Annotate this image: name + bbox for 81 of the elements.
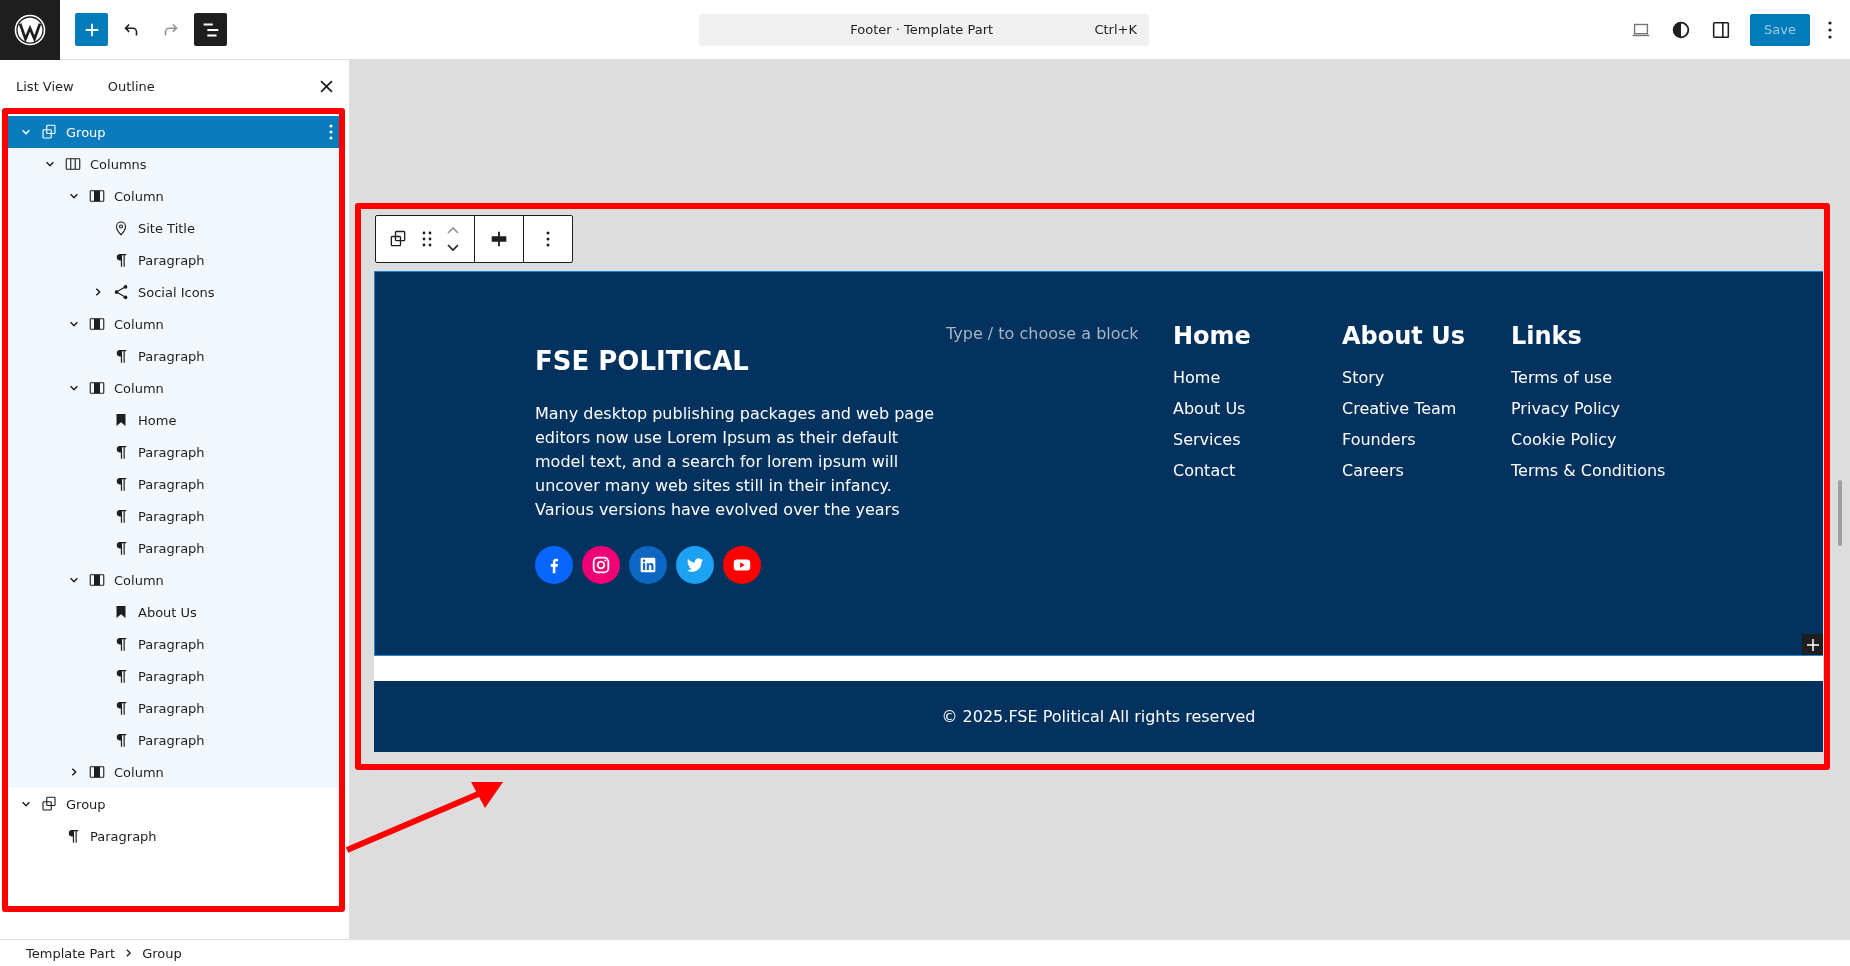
tree-item[interactable]: Paragraph	[8, 692, 341, 724]
footer-link[interactable]: Creative Team	[1342, 393, 1511, 424]
chevron-icon[interactable]	[69, 319, 79, 329]
more-options-icon[interactable]	[546, 231, 550, 247]
tree-item[interactable]: Paragraph	[8, 340, 341, 372]
chevron-icon[interactable]	[69, 575, 79, 585]
tree-item[interactable]: Paragraph	[8, 500, 341, 532]
block-placeholder[interactable]: Type / to choose a block	[946, 324, 1139, 343]
footer-link[interactable]: Careers	[1342, 455, 1511, 486]
twitter-icon[interactable]	[676, 546, 714, 584]
chevron-icon[interactable]	[45, 159, 55, 169]
column-icon	[88, 315, 106, 333]
add-block-button[interactable]	[75, 13, 108, 46]
tree-item[interactable]: Site Title	[8, 212, 341, 244]
menu-heading: Home	[1173, 321, 1252, 352]
tree-item[interactable]: Columns	[8, 148, 341, 180]
footer-link[interactable]: Home	[1173, 362, 1342, 393]
chevron-icon[interactable]	[93, 287, 103, 297]
footer-link[interactable]: About Us	[1173, 393, 1342, 424]
columns-icon	[64, 155, 82, 173]
footer-link[interactable]: Services	[1173, 424, 1342, 455]
tree-item[interactable]: Paragraph	[8, 532, 341, 564]
tree-item[interactable]: Social Icons	[8, 276, 341, 308]
chevron-icon[interactable]	[69, 767, 79, 777]
group-icon	[40, 123, 58, 141]
footer-link[interactable]: Privacy Policy	[1511, 393, 1680, 424]
copyright-text: © 2025.FSE Political All rights reserved	[941, 707, 1256, 726]
footer-link[interactable]: Contact	[1173, 455, 1342, 486]
tree-item[interactable]: Paragraph	[8, 436, 341, 468]
tree-item[interactable]: Paragraph	[8, 468, 341, 500]
tree-item[interactable]: Group	[8, 788, 341, 820]
footer-link[interactable]: Story	[1342, 362, 1511, 393]
menu-heading: About Us	[1342, 321, 1466, 352]
instagram-icon[interactable]	[582, 546, 620, 584]
chevron-icon[interactable]	[69, 191, 79, 201]
plus-icon	[1806, 638, 1819, 651]
footer-link[interactable]: Terms & Conditions	[1511, 455, 1680, 486]
footer-link[interactable]: Terms of use	[1511, 362, 1680, 393]
wordpress-logo[interactable]	[0, 0, 60, 60]
tree-item[interactable]: Paragraph	[8, 820, 341, 852]
tree-item[interactable]: Column	[8, 308, 341, 340]
breadcrumb-link[interactable]: Template Part	[26, 945, 116, 961]
linkedin-icon[interactable]	[629, 546, 667, 584]
close-icon[interactable]	[320, 79, 333, 93]
add-block-button[interactable]	[1802, 634, 1823, 655]
tree-item[interactable]: Paragraph	[8, 724, 341, 756]
group-icon	[40, 795, 58, 813]
youtube-icon[interactable]	[723, 546, 761, 584]
column-icon	[88, 571, 106, 589]
drag-handle-icon[interactable]	[422, 231, 432, 247]
tree-item[interactable]: Paragraph	[8, 660, 341, 692]
tree-item[interactable]: Paragraph	[8, 244, 341, 276]
footer-link[interactable]: Founders	[1342, 424, 1511, 455]
column-icon	[88, 379, 106, 397]
tree-item[interactable]: Paragraph	[8, 628, 341, 660]
move-up-down-icon[interactable]	[446, 225, 460, 253]
chevron-icon	[125, 948, 133, 958]
scrollbar-thumb[interactable]	[1838, 480, 1842, 546]
facebook-icon[interactable]	[535, 546, 573, 584]
column-icon	[88, 187, 106, 205]
chevron-icon[interactable]	[21, 799, 31, 809]
tree-item[interactable]: Column	[8, 372, 341, 404]
command-palette-button[interactable]: Footer · Template Part Ctrl+K	[699, 13, 1149, 46]
breadcrumb-link[interactable]: Group	[142, 945, 182, 961]
tree-item[interactable]: About Us	[8, 596, 341, 628]
column-icon	[88, 763, 106, 781]
share-icon	[112, 283, 130, 301]
site-title: FSE POLITICAL	[535, 345, 750, 378]
tree-item[interactable]: Home	[8, 404, 341, 436]
tree-item[interactable]: Column	[8, 564, 341, 596]
document-overview-button[interactable]	[194, 13, 227, 46]
chevron-icon[interactable]	[69, 383, 79, 393]
more-options-icon[interactable]	[1828, 20, 1832, 39]
sidebar-tab[interactable]: List View	[8, 70, 82, 102]
footer-link[interactable]: Cookie Policy	[1511, 424, 1680, 455]
sidebar-tab[interactable]: Outline	[99, 70, 163, 102]
footer-description: Many desktop publishing packages and web page editors now use Lorem Ipsum as their default model text, and a search for lorem ipsum will uncover many web sites still in their infancy. Various versions have evolved over the years	[535, 403, 935, 521]
group-icon[interactable]	[388, 229, 408, 249]
tree-item[interactable]: Column	[8, 180, 341, 212]
menu-heading: Links	[1511, 321, 1583, 352]
tree-item[interactable]: Column	[8, 756, 341, 788]
